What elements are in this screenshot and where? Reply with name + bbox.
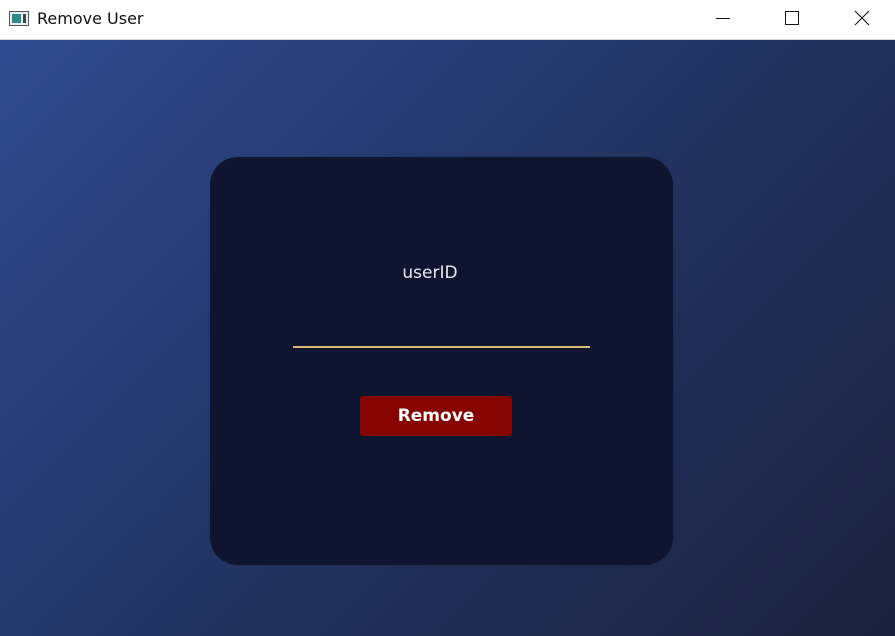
title-bar[interactable]: Remove User (0, 0, 895, 40)
maximize-icon (785, 11, 799, 25)
window-title: Remove User (37, 9, 144, 28)
minimize-icon (716, 18, 730, 19)
userid-label: userID (402, 263, 458, 283)
window-content: userID Remove (0, 40, 895, 636)
minimize-button[interactable] (700, 0, 746, 39)
maximize-button[interactable] (769, 0, 815, 39)
window-app-icon (9, 11, 29, 26)
close-button[interactable] (839, 0, 885, 39)
app-window: Remove User userID Remove (0, 0, 895, 636)
remove-user-card: userID Remove (210, 157, 673, 565)
remove-button[interactable]: Remove (360, 396, 512, 436)
userid-input[interactable] (293, 312, 590, 348)
close-icon (854, 10, 870, 26)
